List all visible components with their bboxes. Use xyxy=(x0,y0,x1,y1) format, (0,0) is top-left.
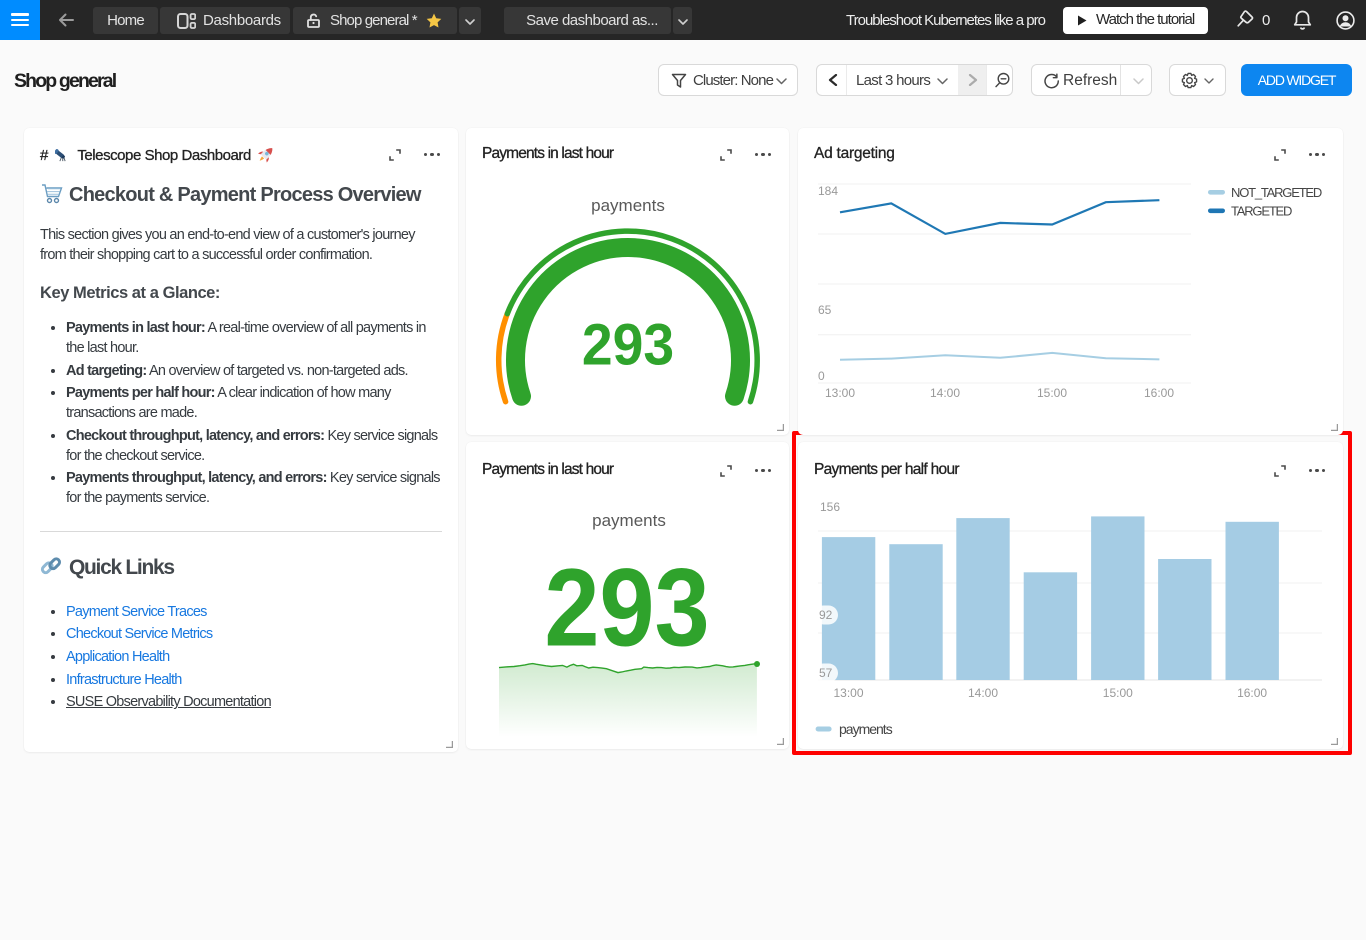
svg-text:14:00: 14:00 xyxy=(968,686,998,700)
svg-text:payments: payments xyxy=(839,721,893,737)
svg-text:15:00: 15:00 xyxy=(1037,386,1067,400)
svg-text:15:00: 15:00 xyxy=(1103,686,1133,700)
svg-text:13:00: 13:00 xyxy=(833,686,863,700)
svg-text:92: 92 xyxy=(819,608,833,622)
svg-text:293: 293 xyxy=(582,312,674,378)
svg-text:13:00: 13:00 xyxy=(825,386,855,400)
svg-text:156: 156 xyxy=(820,500,840,514)
svg-text:NOT_TARGETED: NOT_TARGETED xyxy=(1231,185,1322,200)
svg-text:16:00: 16:00 xyxy=(1144,386,1174,400)
svg-text:57: 57 xyxy=(819,666,833,680)
svg-text:16:00: 16:00 xyxy=(1237,686,1267,700)
svg-text:184: 184 xyxy=(818,184,838,198)
svg-text:65: 65 xyxy=(818,303,832,317)
svg-text:payments: payments xyxy=(592,511,666,530)
svg-text:TARGETED: TARGETED xyxy=(1231,204,1292,219)
svg-text:payments: payments xyxy=(591,196,665,215)
svg-text:14:00: 14:00 xyxy=(930,386,960,400)
svg-text:293: 293 xyxy=(544,547,709,670)
svg-text:0: 0 xyxy=(818,369,825,383)
